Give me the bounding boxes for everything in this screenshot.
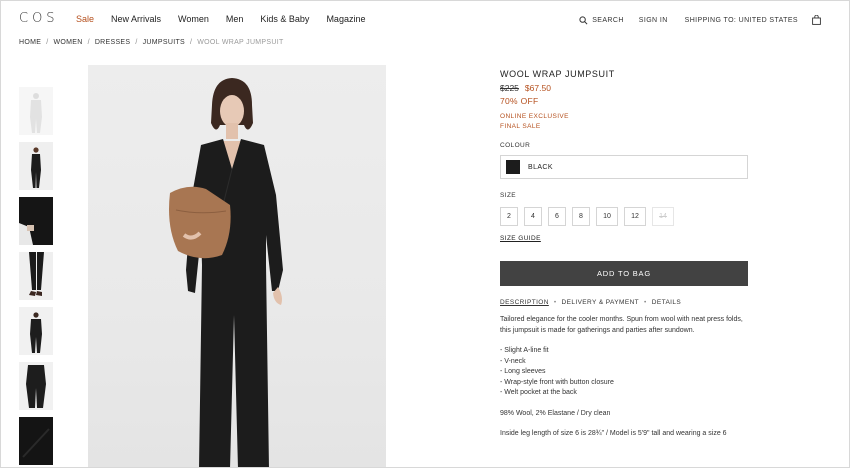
breadcrumb-separator: / xyxy=(135,39,138,46)
page: COS Sale New Arrivals Women Men Kids & B… xyxy=(0,0,850,468)
size-label: SIZE xyxy=(500,192,517,199)
online-exclusive-tag: ONLINE EXCLUSIVE xyxy=(500,113,569,120)
size-option-8[interactable]: 8 xyxy=(572,207,590,226)
model-photo xyxy=(169,78,283,467)
material-info: 98% Wool, 2% Elastane / Dry clean xyxy=(500,409,611,417)
colour-name: BLACK xyxy=(528,163,553,171)
thumbnail-5[interactable] xyxy=(19,307,53,355)
thumbnail-2[interactable] xyxy=(19,142,53,190)
size-option-14-unavailable: 14 xyxy=(652,207,674,226)
info-tabs: DESCRIPTION • DELIVERY & PAYMENT • DETAI… xyxy=(500,299,750,306)
product-image[interactable] xyxy=(88,65,386,467)
main-nav: Sale New Arrivals Women Men Kids & Baby … xyxy=(76,14,382,24)
feature-item: - Welt pocket at the back xyxy=(500,389,577,396)
logo[interactable]: COS xyxy=(19,11,59,26)
site-header: COS Sale New Arrivals Women Men Kids & B… xyxy=(1,1,849,37)
breadcrumb-jumpsuits[interactable]: JUMPSUITS xyxy=(143,39,185,46)
search-button[interactable]: SEARCH xyxy=(579,15,624,25)
size-option-4[interactable]: 4 xyxy=(524,207,542,226)
nav-item-women[interactable]: Women xyxy=(178,14,209,24)
feature-item: - V-neck xyxy=(500,357,526,365)
size-option-12[interactable]: 12 xyxy=(624,207,646,226)
sale-price: $67.50 xyxy=(524,83,551,93)
thumbnail-1[interactable] xyxy=(19,87,53,135)
bag-icon[interactable] xyxy=(812,15,821,25)
discount-label: 70% OFF xyxy=(500,96,539,106)
product-description: Tailored elegance for the cooler months.… xyxy=(500,316,743,334)
colour-selector[interactable]: BLACK xyxy=(500,155,748,179)
feature-item: - Slight A-line fit xyxy=(500,347,549,354)
sign-in-link[interactable]: SIGN IN xyxy=(639,17,668,24)
thumbnail-6[interactable] xyxy=(19,362,53,410)
search-label: SEARCH xyxy=(592,16,624,24)
breadcrumb-women[interactable]: WOMEN xyxy=(53,39,82,46)
shipping-selector[interactable]: SHIPPING TO: UNITED STATES xyxy=(685,17,798,24)
feature-list: - Slight A-line fit - V-neck - Long slee… xyxy=(500,346,750,399)
add-to-bag-button[interactable]: ADD TO BAG xyxy=(500,261,748,286)
size-option-6[interactable]: 6 xyxy=(548,207,566,226)
product-title: WOOL WRAP JUMPSUIT xyxy=(500,69,615,79)
breadcrumb: HOME / WOMEN / DRESSES / JUMPSUITS / WOOL WR… xyxy=(19,39,284,46)
tab-description[interactable]: DESCRIPTION xyxy=(500,299,549,306)
thumbnail-7[interactable] xyxy=(19,417,53,465)
colour-label: COLOUR xyxy=(500,142,531,149)
nav-item-sale[interactable]: Sale xyxy=(76,14,94,24)
breadcrumb-dresses[interactable]: DRESSES xyxy=(95,39,131,46)
breadcrumb-separator: / xyxy=(46,39,49,46)
original-price: $225 xyxy=(500,83,519,93)
breadcrumb-home[interactable]: HOME xyxy=(19,39,41,46)
thumbnail-3[interactable] xyxy=(19,197,53,245)
tab-details[interactable]: DETAILS xyxy=(652,299,681,306)
breadcrumb-current: WOOL WRAP JUMPSUIT xyxy=(197,39,284,46)
breadcrumb-separator: / xyxy=(190,39,193,46)
feature-item: - Long sleeves xyxy=(500,368,546,375)
nav-item-magazine[interactable]: Magazine xyxy=(326,14,365,24)
thumbnail-4[interactable] xyxy=(19,252,53,300)
colour-swatch-black xyxy=(506,160,520,174)
feature-item: - Wrap-style front with button closure xyxy=(500,378,614,386)
nav-item-men[interactable]: Men xyxy=(226,14,244,24)
final-sale-tag: FINAL SALE xyxy=(500,123,541,130)
size-option-2[interactable]: 2 xyxy=(500,207,518,226)
header-utilities: SEARCH SIGN IN SHIPPING TO: UNITED STATE… xyxy=(579,15,821,25)
fit-info: Inside leg length of size 6 is 28¾" / Mo… xyxy=(500,430,727,437)
breadcrumb-separator: / xyxy=(87,39,90,46)
thumbnail-strip xyxy=(19,87,53,467)
search-icon xyxy=(579,15,588,24)
nav-item-kids-baby[interactable]: Kids & Baby xyxy=(260,14,309,24)
tab-delivery-payment[interactable]: DELIVERY & PAYMENT xyxy=(562,299,640,306)
size-option-10[interactable]: 10 xyxy=(596,207,618,226)
nav-item-new-arrivals[interactable]: New Arrivals xyxy=(111,14,161,24)
tab-separator: • xyxy=(553,299,557,306)
product-details-panel: WOOL WRAP JUMPSUIT $225 $67.50 70% OFF O… xyxy=(500,69,750,440)
price-row: $225 $67.50 xyxy=(500,83,750,93)
size-options: 2 4 6 8 10 12 14 xyxy=(500,207,750,226)
tab-separator: • xyxy=(644,299,647,306)
size-guide-link[interactable]: SIZE GUIDE xyxy=(500,235,541,242)
